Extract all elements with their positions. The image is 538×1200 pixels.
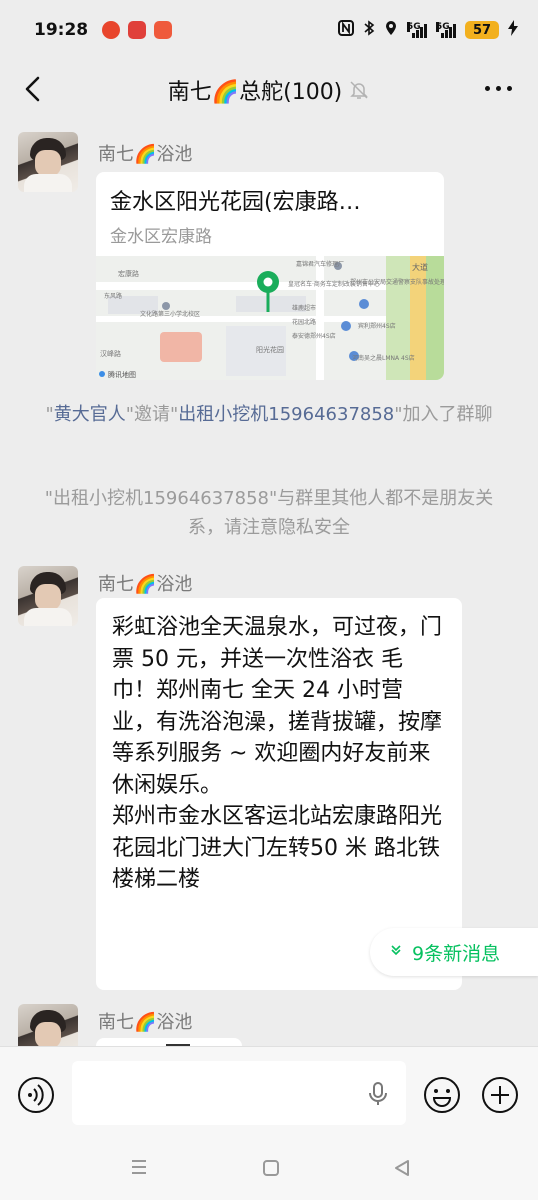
map-label-area: 阳光花园 [256,345,284,354]
location-message-card[interactable]: 金水区阳光花园(宏康路… 金水区宏康路 宏康路 文化路第三小学北校区 嘉锦君汽车… [96,172,444,380]
new-messages-label: 9条新消息 [412,942,501,965]
invitee-link[interactable]: 出租小挖机15964637858 [178,404,394,425]
sender-name-3: 南七🌈浴池 [98,1012,193,1033]
recent-apps-icon[interactable] [130,1156,148,1178]
location-icon [384,20,398,40]
sender-avatar-3[interactable] [18,1004,78,1046]
chat-header: 南七🌈总舵(100) [0,60,538,120]
status-time: 19:28 [34,20,89,40]
partial-message-bubble[interactable] [96,1038,242,1046]
map-label-road5: 东风路 [104,292,122,300]
nav-back-icon[interactable] [392,1158,412,1178]
sender-avatar[interactable] [18,132,78,192]
chat-input-bar [0,1046,538,1138]
charging-icon [508,20,518,40]
back-icon[interactable] [18,74,48,104]
plus-icon[interactable] [480,1075,520,1115]
mute-bell-icon [350,81,369,99]
voice-mode-icon[interactable] [16,1075,56,1115]
app-notification-icon [102,21,121,39]
location-title: 金水区阳光花园(宏康路… [110,190,361,215]
double-chevron-down-icon [390,944,402,960]
status-bar: 19:28 5G 5G 57 [0,0,538,60]
chat-title: 南七🌈总舵(100) [167,80,343,105]
privacy-notice: "出租小挖机15964637858"与群里其他人都不是朋友关系，请注意隐私安全 [44,488,494,538]
map-label-poi4: 郑州市公安局交通警察支队事故处理事务所 [350,278,444,286]
message-text: 彩虹浴池全天温泉水，可过夜，门票 50 元，并送一次性浴衣 毛巾！郑州南七 全天… [112,615,443,892]
message-input[interactable] [72,1061,406,1125]
location-subtitle: 金水区宏康路 [110,227,212,247]
chat-title-wrap[interactable]: 南七🌈总舵(100) [168,74,371,106]
map-label-road3: 汉峰路 [100,349,121,358]
store-app-icon [154,21,173,39]
inviter-link[interactable]: 黄大官人 [54,404,126,425]
map-label-poi8: 河南吴之晨LMNA 4S店 [352,354,415,362]
sender-avatar-2[interactable] [18,566,78,626]
map-label-poi6: 宾利郑州4S店 [358,322,396,330]
map-label-road2: 花园北路 [292,318,316,326]
more-options-icon[interactable] [485,86,512,91]
new-messages-button[interactable]: 9条新消息 [370,928,538,976]
home-icon[interactable] [262,1159,280,1177]
system-nav-bar [0,1138,538,1200]
map-label-road1: 宏康路 [118,269,139,278]
map-label-poi1: 文化路第三小学北校区 [140,310,200,318]
chat-messages[interactable]: 南七🌈浴池 金水区阳光花园(宏康路… 金水区宏康路 宏康路 文化路第三小学北校区… [0,120,538,1046]
emoji-icon[interactable] [422,1075,462,1115]
bluetooth-icon [363,20,375,40]
map-logo-text: 腾讯地图 [108,370,136,379]
location-map: 宏康路 文化路第三小学北校区 嘉锦君汽车修理厂 皇冠名车·商务车定制改装销售中心… [96,256,444,380]
microphone-icon[interactable] [366,1081,390,1107]
notification-icons [102,21,173,39]
oppo-app-icon [128,21,147,39]
status-icons: 5G 5G 57 [338,20,518,40]
map-label-road4: 大道 [412,262,428,272]
signal-5g-icon: 5G [407,22,427,38]
battery-indicator: 57 [465,21,499,39]
sender-name: 南七🌈浴池 [98,144,193,165]
signal-5g-icon-2: 5G [436,22,456,38]
map-label-poi2: 嘉锦君汽车修理厂 [296,260,344,268]
map-label-poi7: 泰安德郑州4S店 [292,332,336,340]
nfc-icon [338,20,354,40]
map-label-poi5: 雄鹿超市 [292,304,316,312]
sender-name-2: 南七🌈浴池 [98,574,193,595]
invite-system-message: "黄大官人"邀请"出租小挖机15964637858"加入了群聊 [45,404,493,425]
